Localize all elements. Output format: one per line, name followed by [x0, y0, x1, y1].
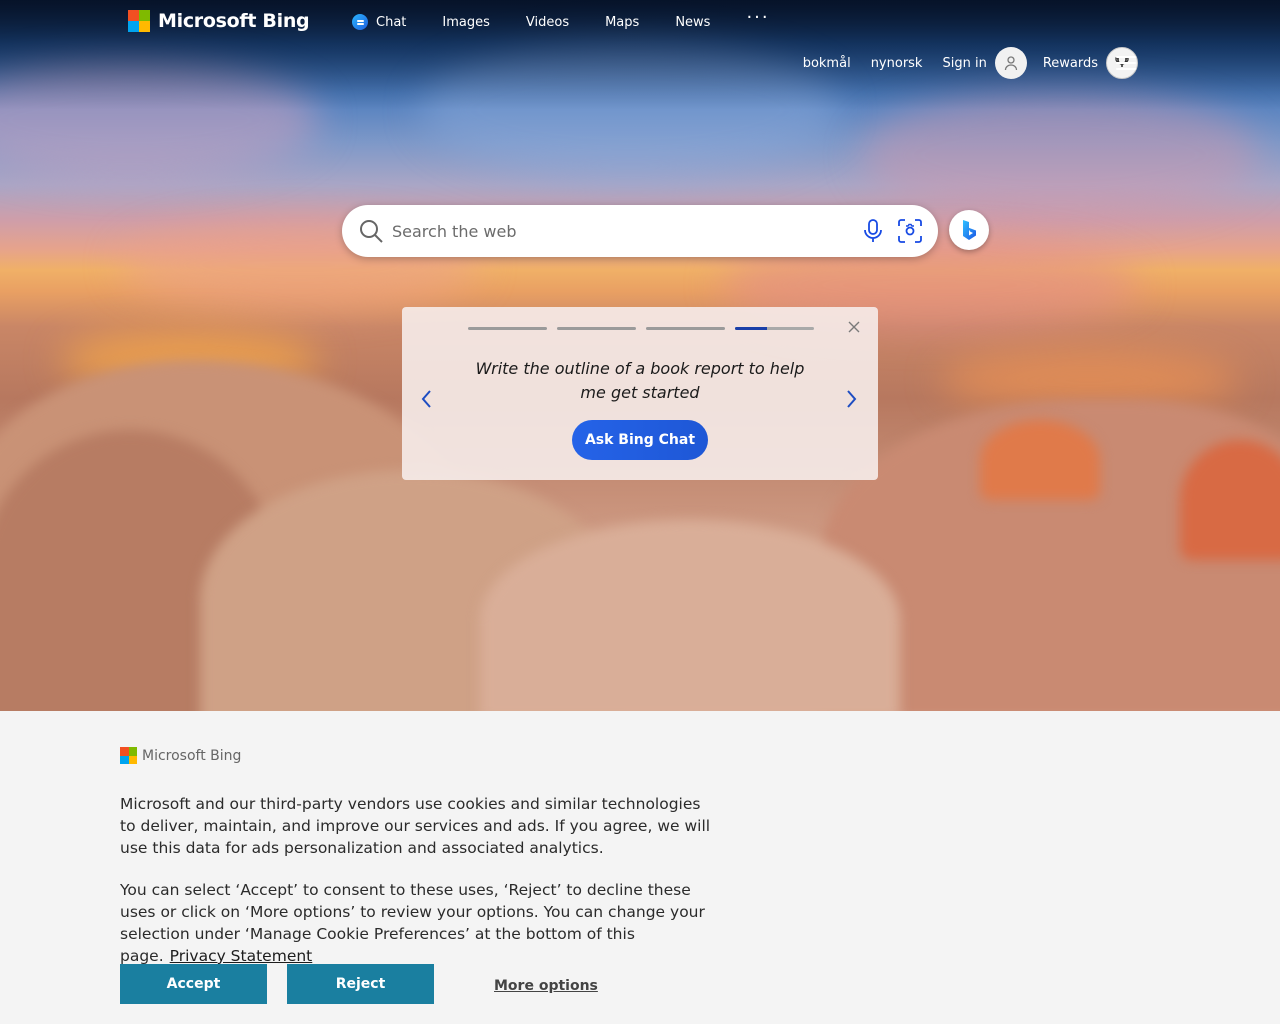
account-bar: bokmål nynorsk Sign in Rewards [803, 47, 1138, 79]
nav-videos[interactable]: Videos [526, 15, 569, 30]
close-icon[interactable] [848, 321, 860, 333]
nav-news[interactable]: News [675, 15, 710, 30]
ask-bing-chat-button[interactable]: Ask Bing Chat [572, 420, 708, 460]
microsoft-logo-icon [120, 747, 137, 764]
nav-images-label: Images [442, 14, 490, 30]
bing-logo[interactable]: Microsoft Bing [128, 10, 310, 32]
language-nynorsk-link[interactable]: nynorsk [871, 56, 923, 71]
chat-bubble-icon [352, 14, 368, 30]
chevron-right-icon[interactable] [846, 389, 858, 409]
cookie-paragraph: You can select ‘Accept’ to consent to th… [120, 879, 720, 967]
prompt-suggestion-card: Write the outline of a book report to he… [402, 307, 878, 480]
rewards-label: Rewards [1042, 55, 1098, 71]
more-options-link[interactable]: More options [494, 978, 598, 994]
top-navigation: Chat Images Videos Maps News ··· [352, 7, 770, 30]
search-box [342, 205, 938, 257]
bing-chat-icon[interactable] [949, 210, 989, 250]
reject-button[interactable]: Reject [287, 964, 434, 1004]
cookie-brand-logo: Microsoft Bing [120, 747, 241, 764]
hamburger-menu-icon[interactable] [1116, 56, 1136, 72]
search-input[interactable] [390, 220, 844, 242]
accept-button[interactable]: Accept [120, 964, 267, 1004]
cookie-brand-name: Microsoft Bing [142, 747, 242, 764]
avatar-icon [994, 47, 1027, 79]
sign-in-button[interactable]: Sign in [942, 47, 1027, 79]
nav-images[interactable]: Images [442, 15, 490, 30]
nav-chat-label: Chat [376, 14, 407, 30]
search-icon[interactable] [358, 218, 384, 244]
progress-segment-active [735, 327, 814, 330]
brand-name: Microsoft Bing [158, 10, 310, 32]
nav-chat[interactable]: Chat [352, 14, 406, 30]
progress-segment [468, 327, 547, 330]
nav-maps-label: Maps [605, 14, 640, 30]
sign-in-label: Sign in [942, 55, 987, 71]
more-menu-button[interactable]: ··· [746, 7, 769, 28]
language-bokmal-link[interactable]: bokmål [803, 56, 851, 71]
nav-maps[interactable]: Maps [605, 15, 639, 30]
microphone-icon[interactable] [862, 218, 884, 244]
cookie-consent-banner: Microsoft Bing Microsoft and our third-p… [0, 711, 1280, 1024]
nav-videos-label: Videos [525, 14, 570, 30]
microsoft-logo-icon [128, 10, 150, 32]
cookie-paragraph: Microsoft and our third-party vendors us… [120, 795, 711, 857]
carousel-progress [468, 327, 814, 330]
visual-search-icon[interactable] [896, 217, 924, 245]
progress-segment [557, 327, 636, 330]
progress-segment [646, 327, 725, 330]
chevron-left-icon[interactable] [420, 389, 432, 409]
privacy-statement-link[interactable]: Privacy Statement [170, 947, 313, 965]
nav-news-label: News [675, 14, 711, 30]
prompt-text: Write the outline of a book report to he… [475, 359, 805, 402]
